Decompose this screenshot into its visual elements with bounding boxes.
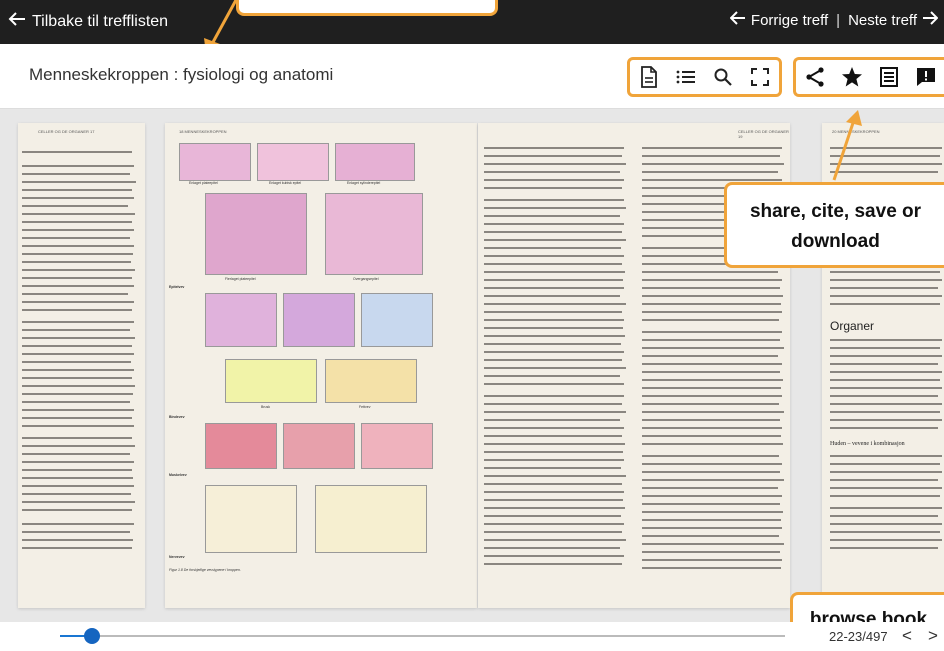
- previous-hit-button[interactable]: Forrige treff: [729, 11, 829, 29]
- book-page-figure: 18 MENNESKEKROPPEN Enlaget plateepitel E…: [165, 123, 477, 608]
- figure-label: Flerlaget plateepitel: [225, 277, 256, 281]
- page-header: 18 MENNESKEKROPPEN: [179, 129, 227, 134]
- result-navigation: Forrige treff | Neste treff: [729, 11, 944, 29]
- viewer-tools-group: [627, 57, 782, 97]
- arrow-left-icon: [729, 11, 746, 29]
- tissue-illustration: [205, 423, 277, 469]
- book-header: Menneskekroppen : fysiologi og anatomi: [0, 44, 944, 109]
- comment-icon[interactable]: [914, 65, 938, 89]
- callout-box-top: [236, 0, 498, 16]
- callout-arrow-share: [832, 110, 862, 181]
- page-navigation-bar: 22-23/497 < >: [0, 622, 944, 651]
- share-icon[interactable]: [803, 65, 827, 89]
- figure-label: Brusk: [261, 405, 270, 409]
- previous-hit-label: Forrige treff: [750, 11, 829, 29]
- figure-caption: Figur 1.8 De forskjellige vevstypene i k…: [169, 568, 241, 572]
- arrow-right-icon: [922, 11, 939, 29]
- star-icon[interactable]: [840, 65, 864, 89]
- book-page-left-partial: CELLER OG DE ORGANER 17: [18, 123, 145, 608]
- callout-share-cite-save: share, cite, save or download: [724, 182, 944, 268]
- tissue-illustration: [283, 423, 355, 469]
- table-of-contents-icon[interactable]: [674, 65, 698, 89]
- next-page-button[interactable]: >: [928, 626, 938, 646]
- tissue-illustration: [361, 423, 433, 469]
- tissue-illustration: [225, 359, 317, 403]
- section-heading: Organer: [830, 319, 875, 333]
- fullscreen-icon[interactable]: [748, 65, 772, 89]
- figure-section-label: Bindevev: [169, 415, 185, 419]
- back-label: Tilbake til trefflisten: [32, 12, 169, 30]
- figure-label: Overgangsepitel: [353, 277, 379, 281]
- figure-section-label: Muskelvev: [169, 473, 187, 477]
- next-hit-label: Neste treff: [848, 11, 917, 29]
- previous-page-button[interactable]: <: [902, 626, 912, 646]
- tissue-illustration: [315, 485, 427, 553]
- figure-label: Enlaget plateepitel: [189, 181, 218, 185]
- next-hit-button[interactable]: Neste treff: [848, 11, 939, 29]
- tissue-illustration: [335, 143, 415, 181]
- figure-section-label: Epitelvev: [169, 285, 185, 289]
- share-tools-group: [793, 57, 944, 97]
- search-icon[interactable]: [711, 65, 735, 89]
- page-indicator: 22-23/497: [829, 629, 888, 644]
- section-heading: Huden – vevene i kombinasjon: [830, 441, 905, 447]
- tissue-illustration: [325, 193, 423, 275]
- tissue-illustration: [205, 193, 307, 275]
- nav-separator: |: [836, 11, 841, 29]
- page-header: CELLER OG DE ORGANER 19: [738, 129, 789, 139]
- tissue-illustration: [205, 485, 297, 553]
- back-to-results-link[interactable]: Tilbake til trefflisten: [8, 11, 168, 32]
- page-header: CELLER OG DE ORGANER 17: [38, 129, 95, 134]
- tissue-illustration: [257, 143, 329, 181]
- tissue-illustration: [361, 293, 433, 347]
- figure-label: Fettvev: [359, 405, 371, 409]
- tissue-illustration: [179, 143, 251, 181]
- arrow-left-icon: [8, 11, 26, 32]
- save-icon[interactable]: [877, 65, 901, 89]
- tissue-illustration: [325, 359, 417, 403]
- page-slider-thumb[interactable]: [83, 628, 100, 644]
- figure-section-label: Nervevev: [169, 555, 185, 559]
- tissue-illustration: [283, 293, 355, 347]
- page-slider-track[interactable]: [60, 628, 785, 644]
- book-title: Menneskekroppen : fysiologi og anatomi: [29, 65, 334, 84]
- tissue-illustration: [205, 293, 277, 347]
- figure-label: Enlaget sylinderepitel: [347, 181, 381, 185]
- document-icon[interactable]: [637, 65, 661, 89]
- figure-label: Enlaget kubisk epitel: [269, 181, 302, 185]
